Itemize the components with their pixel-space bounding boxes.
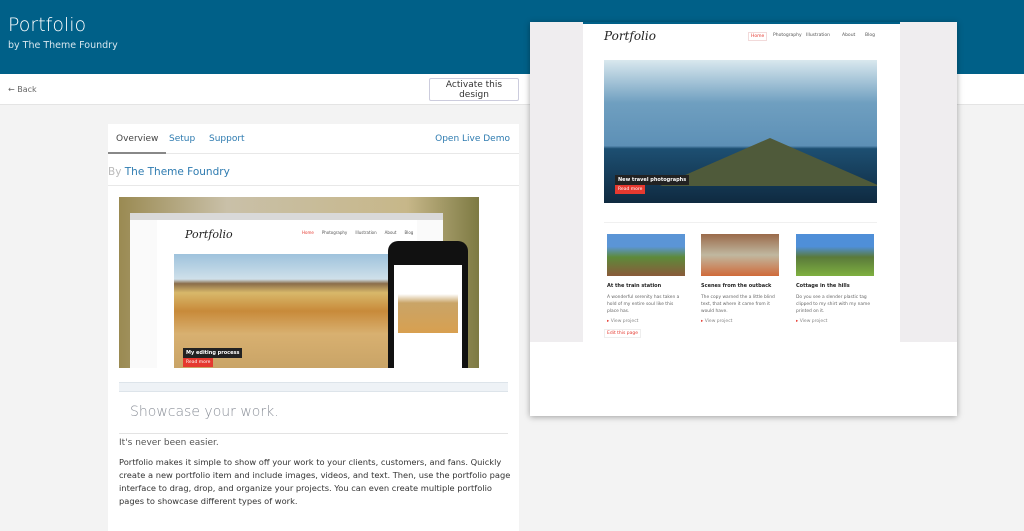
post-card: Scenes from the outback The copy warned …	[701, 234, 779, 324]
hero-volcano-image: New travel photographs Read more	[604, 60, 877, 203]
screenshot-read-more: Read more	[183, 358, 214, 367]
post-title: At the train station	[607, 283, 662, 289]
activate-design-button[interactable]: Activate this design	[429, 78, 519, 101]
nav-item: Blog	[404, 230, 414, 235]
tab-overview[interactable]: Overview	[108, 134, 167, 154]
post-image	[701, 234, 779, 276]
content-lead: It's never been easier.	[119, 438, 219, 448]
phone-mockup	[388, 241, 468, 368]
post-title: Scenes from the outback	[701, 283, 772, 289]
preview-nav-photography[interactable]: Photography	[773, 33, 802, 38]
content-body: Portfolio makes it simple to show off yo…	[119, 457, 511, 506]
rhino-photo: My editing process Read more	[174, 254, 389, 368]
arrow-left-icon: ←	[8, 85, 18, 94]
nav-item: Photography	[321, 230, 348, 235]
author-link[interactable]: The Theme Foundry	[125, 166, 230, 178]
preview-logo: Portfolio	[604, 29, 656, 43]
preview-nav-blog[interactable]: Blog	[865, 33, 875, 38]
divider	[119, 433, 508, 434]
hero-caption: New travel photographs	[615, 175, 690, 185]
theme-screenshot: Portfolio Home Photography Illustration Abo…	[119, 197, 479, 368]
post-desc: A wonderful serenity has taken a hold of…	[607, 295, 680, 314]
theme-details-card: Overview Setup Support Open Live Demo By…	[108, 124, 519, 531]
post-desc: Do you see a slender plastic tag clipped…	[796, 295, 871, 314]
post-desc: The copy warned the a little blind text,…	[701, 295, 775, 314]
back-label: Back	[17, 85, 37, 94]
back-button[interactable]: ← Back	[8, 85, 37, 94]
preview-nav-home[interactable]: Home	[748, 32, 768, 41]
open-live-demo-link[interactable]: Open Live Demo	[435, 134, 510, 144]
post-card: Cottage in the hills Do you see a slende…	[796, 234, 874, 324]
theme-title: Portfolio	[8, 14, 87, 36]
tab-bar: Overview Setup Support Open Live Demo	[108, 124, 519, 154]
preview-nav-about[interactable]: About	[842, 33, 855, 38]
screenshot-caption: My editing process	[183, 348, 243, 358]
post-card: At the train station A wonderful serenit…	[607, 234, 685, 324]
nav-item: About	[384, 230, 397, 235]
tab-setup[interactable]: Setup	[169, 134, 195, 144]
post-image	[796, 234, 874, 276]
view-project-link[interactable]: ▸ View project	[607, 319, 685, 324]
screenshot-nav: Home Photography Illustration About Blog	[302, 230, 413, 235]
post-title: Cottage in the hills	[796, 283, 850, 289]
live-preview[interactable]: Portfolio Home Photography Illustration …	[530, 22, 957, 416]
hero-read-more[interactable]: Read more	[615, 185, 646, 194]
theme-author: by The Theme Foundry	[8, 40, 118, 51]
view-project-link[interactable]: ▸ View project	[701, 319, 779, 324]
preview-nav-illustration[interactable]: Illustration	[806, 33, 830, 38]
post-image	[607, 234, 685, 276]
content-heading: Showcase your work.	[130, 404, 279, 420]
byline-prefix: By	[108, 166, 122, 178]
divider	[119, 382, 508, 392]
byline: By The Theme Foundry	[108, 161, 519, 186]
nav-item: Illustration	[355, 230, 377, 235]
screenshot-logo: Portfolio	[185, 228, 233, 241]
edit-page-link[interactable]: Edit this page	[604, 329, 642, 338]
view-project-link[interactable]: ▸ View project	[796, 319, 874, 324]
tab-support[interactable]: Support	[209, 134, 245, 144]
nav-item: Home	[302, 230, 314, 235]
preview-page: Portfolio Home Photography Illustration …	[583, 22, 900, 342]
